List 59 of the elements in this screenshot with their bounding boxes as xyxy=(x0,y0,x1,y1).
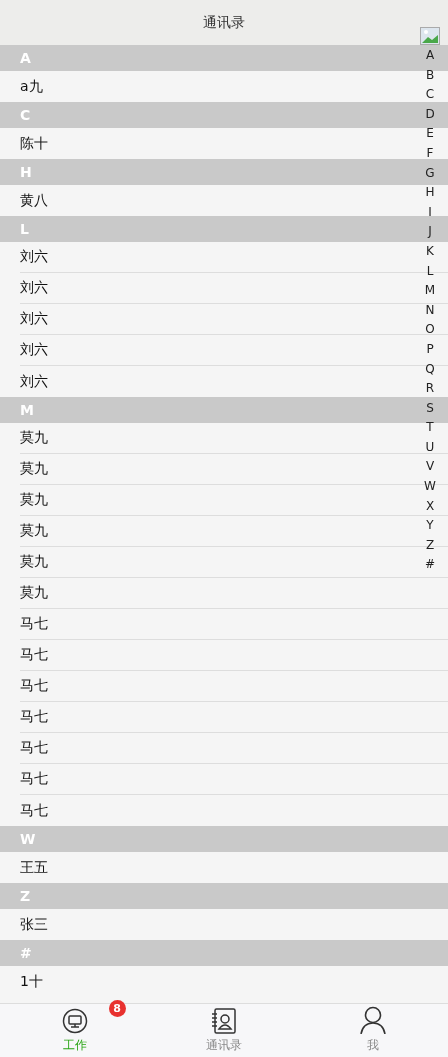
index-letter[interactable]: Q xyxy=(425,359,435,380)
contact-name[interactable]: 马七 xyxy=(20,801,48,820)
contact-name[interactable]: 马七 xyxy=(20,770,48,788)
index-letter[interactable]: G xyxy=(425,163,435,184)
contact-name[interactable]: 1十 xyxy=(20,972,43,991)
index-letter[interactable]: W xyxy=(424,477,436,497)
index-letter[interactable]: H xyxy=(425,183,435,203)
index-letter[interactable]: J xyxy=(428,222,432,242)
contact-name[interactable]: 马七 xyxy=(20,646,48,664)
notification-badge: 8 xyxy=(108,1000,126,1017)
index-letter[interactable]: A xyxy=(425,46,435,66)
index-letter[interactable]: M xyxy=(424,281,436,301)
index-letter[interactable]: Y xyxy=(426,516,434,536)
contact-name[interactable]: 马七 xyxy=(20,739,48,757)
contact-name[interactable]: 张三 xyxy=(20,915,48,934)
contact-name[interactable]: 黄八 xyxy=(20,191,48,210)
contact-name[interactable]: 陈十 xyxy=(20,134,48,153)
contact-name[interactable]: 刘六 xyxy=(20,372,48,391)
index-letter[interactable]: S xyxy=(426,398,434,419)
index-letter[interactable]: R xyxy=(425,379,435,399)
contact-name[interactable]: 马七 xyxy=(20,677,48,695)
monitor-icon xyxy=(61,1008,88,1034)
tab[interactable]: 我 xyxy=(298,1004,448,1057)
index-letter[interactable]: L xyxy=(426,261,434,282)
contact-book-icon xyxy=(211,1008,237,1034)
index-letter[interactable]: C xyxy=(425,85,435,105)
index-letter[interactable]: P xyxy=(426,339,434,360)
person-icon xyxy=(360,1006,387,1034)
contact-name[interactable]: 刘六 xyxy=(20,279,48,297)
section-header: # xyxy=(0,940,448,966)
contact-name[interactable]: 马七 xyxy=(20,708,48,726)
index-letter[interactable]: U xyxy=(425,437,435,458)
contact-name[interactable]: 莫九 xyxy=(20,584,48,602)
contact-name[interactable]: 莫九 xyxy=(20,491,48,509)
contact-name[interactable]: 莫九 xyxy=(20,553,48,571)
index-letter[interactable]: T xyxy=(426,418,434,438)
index-letter[interactable]: # xyxy=(424,555,436,576)
page-title: 通讯录 xyxy=(203,13,245,32)
index-letter[interactable]: X xyxy=(425,496,435,517)
contact-name[interactable]: 刘六 xyxy=(20,310,48,328)
index-letter[interactable]: D xyxy=(425,104,435,125)
contact-name[interactable]: 刘六 xyxy=(20,248,48,266)
index-letter[interactable]: N xyxy=(425,300,435,321)
index-letter[interactable]: F xyxy=(426,143,434,164)
index-letter[interactable]: Z xyxy=(425,535,435,556)
contact-name[interactable]: 莫九 xyxy=(20,429,48,447)
contact-name[interactable]: 王五 xyxy=(20,858,48,877)
index-letter[interactable]: V xyxy=(425,457,435,478)
contact-name[interactable]: 刘六 xyxy=(20,341,48,359)
contact-name[interactable]: 莫九 xyxy=(20,522,48,540)
broken-image-icon xyxy=(420,27,440,45)
contact-name[interactable]: 马七 xyxy=(20,615,48,633)
index-letter[interactable]: B xyxy=(425,65,435,86)
contact-name[interactable]: 莫九 xyxy=(20,460,48,478)
index-letter[interactable]: O xyxy=(425,320,435,340)
contact-name[interactable]: a九 xyxy=(20,77,43,96)
tab[interactable]: 通讯录 xyxy=(149,1004,299,1057)
index-letter[interactable]: E xyxy=(426,124,434,144)
index-letter[interactable]: K xyxy=(426,241,434,262)
